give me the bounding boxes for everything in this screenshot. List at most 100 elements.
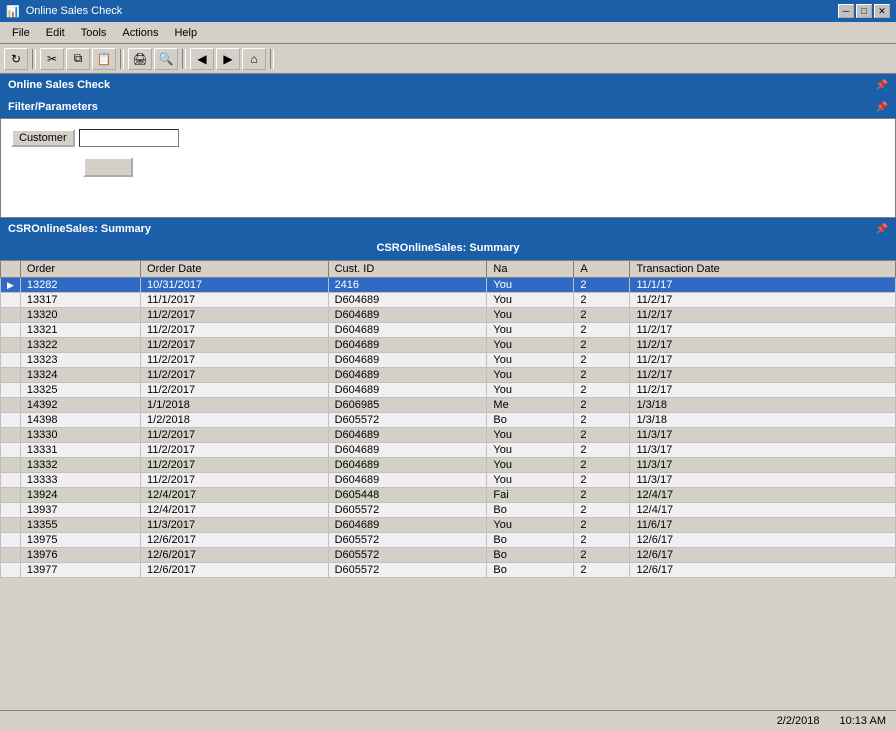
cell-na: Bo [487, 503, 574, 518]
menu-tools[interactable]: Tools [73, 25, 115, 41]
cell-orderDate: 10/31/2017 [141, 278, 329, 293]
filter-section-header: Filter/Parameters 📌 [0, 96, 896, 118]
table-title: CSROnlineSales: Summary [0, 240, 896, 260]
cell-order: 13331 [20, 443, 140, 458]
cell-custId: D606985 [328, 398, 487, 413]
cell-a: 2 [574, 398, 630, 413]
cell-order: 13325 [20, 383, 140, 398]
table-row[interactable]: 1392412/4/2017D605448Fai212/4/17 [1, 488, 896, 503]
col-cust-id[interactable]: Cust. ID [328, 261, 487, 278]
menu-edit[interactable]: Edit [38, 25, 73, 41]
filter-pin-icon: 📌 [876, 102, 888, 113]
col-order-date[interactable]: Order Date [141, 261, 329, 278]
toolbar-print-button[interactable]: 🖨 [128, 48, 152, 70]
table-row[interactable]: 1333311/2/2017D604689You211/3/17 [1, 473, 896, 488]
summary-section-header: CSROnlineSales: Summary 📌 [0, 218, 896, 240]
title-bar-text: Online Sales Check [26, 5, 123, 17]
menu-help[interactable]: Help [166, 25, 205, 41]
toolbar-forward-button[interactable]: ▶ [216, 48, 240, 70]
maximize-button[interactable]: □ [856, 4, 872, 18]
row-arrow-cell [1, 443, 21, 458]
cell-transDate: 11/6/17 [630, 518, 896, 533]
table-row[interactable]: 1332411/2/2017D604689You211/2/17 [1, 368, 896, 383]
summary-header-text: CSROnlineSales: Summary [8, 223, 151, 235]
minimize-button[interactable]: ─ [838, 4, 854, 18]
table-row[interactable]: 1397512/6/2017D605572Bo212/6/17 [1, 533, 896, 548]
cell-order: 13975 [20, 533, 140, 548]
table-scroll-wrapper[interactable]: Order Order Date Cust. ID Na A Transacti… [0, 260, 896, 710]
table-row[interactable]: 143981/2/2018D605572Bo21/3/18 [1, 413, 896, 428]
table-row[interactable]: 1397612/6/2017D605572Bo212/6/17 [1, 548, 896, 563]
row-arrow-cell [1, 488, 21, 503]
cell-transDate: 12/6/17 [630, 548, 896, 563]
cell-custId: D604689 [328, 383, 487, 398]
menu-actions[interactable]: Actions [114, 25, 166, 41]
cell-transDate: 11/2/17 [630, 293, 896, 308]
close-button[interactable]: ✕ [874, 4, 890, 18]
cell-orderDate: 11/2/2017 [141, 428, 329, 443]
table-row[interactable]: ▶1328210/31/20172416You211/1/17 [1, 278, 896, 293]
table-row[interactable]: 1333011/2/2017D604689You211/3/17 [1, 428, 896, 443]
app-icon: 📊 [6, 5, 20, 18]
cell-a: 2 [574, 503, 630, 518]
cell-orderDate: 12/4/2017 [141, 503, 329, 518]
row-arrow-cell [1, 428, 21, 443]
cell-a: 2 [574, 293, 630, 308]
table-row[interactable]: 1332511/2/2017D604689You211/2/17 [1, 383, 896, 398]
cell-orderDate: 12/6/2017 [141, 563, 329, 578]
table-row[interactable]: 1335511/3/2017D604689You211/6/17 [1, 518, 896, 533]
table-row[interactable]: 1331711/1/2017D604689You211/2/17 [1, 293, 896, 308]
table-row[interactable]: 1333211/2/2017D604689You211/3/17 [1, 458, 896, 473]
toolbar-cut-button[interactable]: ✂ [40, 48, 64, 70]
cell-a: 2 [574, 368, 630, 383]
table-row[interactable]: 1333111/2/2017D604689You211/3/17 [1, 443, 896, 458]
row-arrow-cell [1, 503, 21, 518]
apply-button[interactable] [83, 157, 133, 177]
toolbar-refresh-button[interactable]: ↻ [4, 48, 28, 70]
row-arrow-cell [1, 308, 21, 323]
customer-input[interactable] [79, 129, 179, 147]
cell-order: 13317 [20, 293, 140, 308]
table-row[interactable]: 1393712/4/2017D605572Bo212/4/17 [1, 503, 896, 518]
cell-transDate: 12/4/17 [630, 503, 896, 518]
col-trans-date[interactable]: Transaction Date [630, 261, 896, 278]
title-bar-controls: ─ □ ✕ [838, 4, 890, 18]
cell-a: 2 [574, 413, 630, 428]
col-na[interactable]: Na [487, 261, 574, 278]
table-row[interactable]: 1332111/2/2017D604689You211/2/17 [1, 323, 896, 338]
status-time: 10:13 AM [840, 715, 886, 727]
col-a[interactable]: A [574, 261, 630, 278]
cell-na: You [487, 443, 574, 458]
cell-na: Bo [487, 563, 574, 578]
toolbar-copy-button[interactable]: ⧉ [66, 48, 90, 70]
row-arrow-cell [1, 323, 21, 338]
cell-a: 2 [574, 443, 630, 458]
cell-transDate: 11/2/17 [630, 338, 896, 353]
table-row[interactable]: 1332211/2/2017D604689You211/2/17 [1, 338, 896, 353]
customer-label-button[interactable]: Customer [11, 129, 75, 147]
menu-file[interactable]: File [4, 25, 38, 41]
toolbar-search-button[interactable]: 🔍 [154, 48, 178, 70]
row-arrow-cell [1, 338, 21, 353]
cell-transDate: 11/3/17 [630, 458, 896, 473]
table-row[interactable]: 143921/1/2018D606985Me21/3/18 [1, 398, 896, 413]
table-row[interactable]: 1332011/2/2017D604689You211/2/17 [1, 308, 896, 323]
cell-custId: D605572 [328, 533, 487, 548]
cell-a: 2 [574, 323, 630, 338]
table-row[interactable]: 1332311/2/2017D604689You211/2/17 [1, 353, 896, 368]
cell-custId: D605572 [328, 413, 487, 428]
toolbar-back-button[interactable]: ◀ [190, 48, 214, 70]
cell-a: 2 [574, 308, 630, 323]
toolbar-paste-button[interactable]: 📋 [92, 48, 116, 70]
col-order[interactable]: Order [20, 261, 140, 278]
cell-transDate: 12/4/17 [630, 488, 896, 503]
table-row[interactable]: 1397712/6/2017D605572Bo212/6/17 [1, 563, 896, 578]
cell-transDate: 11/3/17 [630, 443, 896, 458]
cell-order: 13324 [20, 368, 140, 383]
toolbar-home-button[interactable]: ⌂ [242, 48, 266, 70]
cell-a: 2 [574, 383, 630, 398]
cell-order: 13282 [20, 278, 140, 293]
cell-na: Bo [487, 533, 574, 548]
cell-custId: 2416 [328, 278, 487, 293]
cell-transDate: 11/1/17 [630, 278, 896, 293]
